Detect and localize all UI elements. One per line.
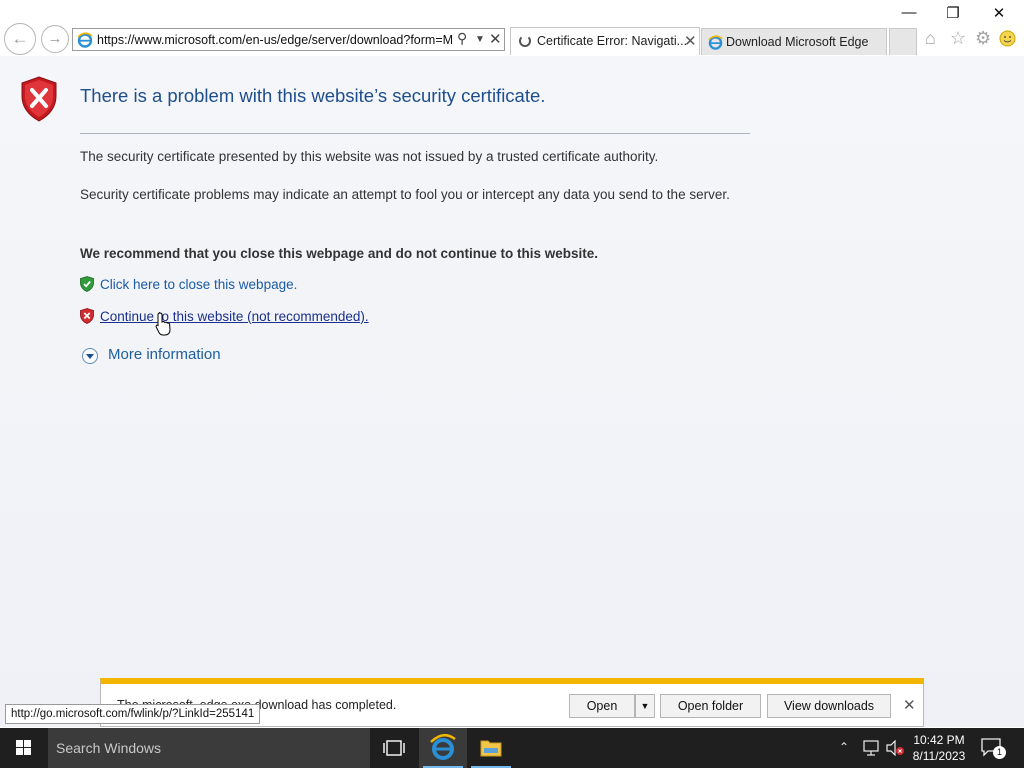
open-folder-button[interactable]: Open folder — [660, 694, 761, 718]
loading-spinner-icon — [519, 35, 531, 47]
taskbar: Search Windows ⌃ 10:42 PM 8/11/2023 1 — [0, 728, 1024, 768]
action-center-button[interactable]: 1 — [980, 737, 1006, 759]
smiley-feedback-icon[interactable] — [999, 30, 1016, 47]
favorites-star-icon[interactable]: ☆ — [950, 28, 966, 49]
chevron-up-icon[interactable]: ⌃ — [839, 740, 849, 754]
task-view-icon — [383, 740, 405, 756]
search-icon[interactable]: ⚲ — [457, 30, 467, 47]
tab-label: Download Microsoft Edge — [726, 35, 869, 49]
browser-chrome: ← → https://www.microsoft.com/en-us/edge… — [0, 0, 1024, 56]
new-tab-button[interactable] — [889, 28, 917, 55]
home-icon[interactable]: ⌂ — [925, 28, 936, 49]
certificate-error-page: There is a problem with this website’s s… — [0, 56, 1024, 727]
windows-logo-icon — [16, 740, 31, 755]
minimize-button[interactable]: — — [886, 4, 932, 24]
clock-date: 8/11/2023 — [912, 749, 966, 763]
restore-button[interactable]: ❐ — [930, 4, 976, 24]
description-text: The security certificate presented by th… — [80, 149, 659, 164]
continue-to-website-link[interactable]: Continue to this website (not recommende… — [100, 309, 369, 324]
shield-check-icon — [80, 276, 94, 292]
divider — [80, 133, 750, 134]
network-icon[interactable] — [862, 740, 880, 756]
dropdown-arrow-icon: ▼ — [640, 701, 650, 711]
page-title: There is a problem with this website’s s… — [80, 85, 546, 106]
file-explorer-taskbar-button[interactable] — [467, 728, 515, 768]
dropdown-arrow-icon[interactable]: ▼ — [475, 34, 485, 45]
internet-explorer-icon — [430, 733, 456, 760]
tab-certificate-error[interactable]: Certificate Error: Navigati... ✕ — [510, 27, 700, 55]
expand-chevron-icon — [82, 348, 98, 364]
view-downloads-button[interactable]: View downloads — [767, 694, 891, 718]
ie-page-icon — [77, 32, 93, 48]
hand-cursor-icon — [155, 312, 171, 336]
close-webpage-link[interactable]: Click here to close this webpage. — [100, 277, 297, 292]
system-clock[interactable]: 10:42 PM 8/11/2023 — [906, 732, 972, 764]
clock-time: 10:42 PM — [913, 733, 965, 747]
forward-button[interactable]: → — [41, 25, 69, 53]
search-placeholder: Search Windows — [56, 740, 162, 756]
tab-label: Certificate Error: Navigati... — [537, 34, 688, 48]
arrow-left-icon: ← — [11, 29, 29, 48]
notification-count-badge: 1 — [993, 746, 1006, 759]
taskbar-search-box[interactable]: Search Windows — [48, 728, 370, 768]
close-icon[interactable]: ✕ — [903, 696, 916, 714]
stop-icon[interactable]: ✕ — [489, 30, 502, 48]
recommendation-text: We recommend that you close this webpage… — [80, 246, 599, 261]
ie-page-icon — [708, 35, 723, 50]
close-tab-icon[interactable]: ✕ — [684, 32, 697, 50]
address-bar[interactable]: https://www.microsoft.com/en-us/edge/ser… — [72, 28, 505, 51]
internet-explorer-taskbar-button[interactable] — [419, 728, 467, 768]
status-bar-url: http://go.microsoft.com/fwlink/p/?LinkId… — [5, 704, 261, 724]
more-information-link[interactable]: More information — [108, 346, 221, 363]
open-button[interactable]: Open — [569, 694, 635, 718]
tab-download-edge[interactable]: Download Microsoft Edge — [701, 28, 887, 55]
volume-muted-icon[interactable] — [885, 740, 905, 756]
shield-error-icon — [21, 76, 57, 122]
shield-x-icon — [80, 308, 94, 324]
folder-icon — [480, 740, 502, 757]
address-url-input[interactable]: https://www.microsoft.com/en-us/edge/ser… — [97, 33, 453, 47]
back-button[interactable]: ← — [4, 23, 36, 55]
warning-text: Security certificate problems may indica… — [80, 187, 730, 202]
open-options-dropdown[interactable]: ▼ — [635, 694, 655, 718]
gear-icon[interactable]: ⚙ — [975, 28, 991, 49]
close-window-button[interactable]: ✕ — [976, 4, 1022, 24]
start-button[interactable] — [0, 728, 48, 768]
task-view-button[interactable] — [370, 728, 418, 768]
arrow-right-icon: → — [47, 30, 63, 47]
